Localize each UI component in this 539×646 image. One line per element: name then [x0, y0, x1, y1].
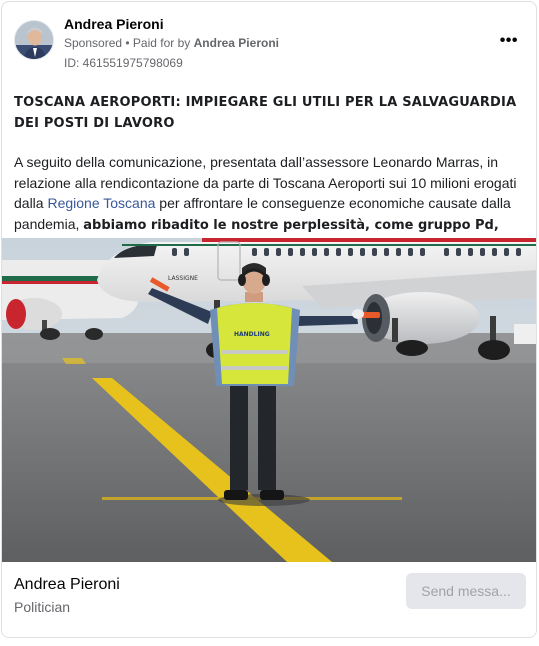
- sponsored-line: Sponsored • Paid for by Andrea Pieroni: [64, 36, 279, 50]
- avatar-photo: [15, 21, 53, 59]
- footer-page-name[interactable]: Andrea Pieroni: [14, 576, 120, 594]
- post-footer: Andrea Pieroni Politician Send messa...: [2, 562, 536, 637]
- paid-for-name: Andrea Pieroni: [193, 36, 279, 50]
- plane-lettering: LASSIGNE: [168, 275, 198, 282]
- regione-toscana-link[interactable]: Regione Toscana: [47, 195, 155, 211]
- footer-page-category: Politician: [14, 599, 71, 615]
- ad-card: Andrea Pieroni Sponsored • Paid for by A…: [1, 1, 537, 638]
- post-header: Andrea Pieroni Sponsored • Paid for by A…: [2, 2, 536, 80]
- vest-lettering: HANDLING: [234, 331, 270, 338]
- post-title: TOSCANA AEROPORTI: IMPIEGARE GLI UTILI P…: [14, 95, 517, 131]
- page-name[interactable]: Andrea Pieroni: [64, 16, 164, 32]
- airport-marshaller-image: LASSIGNE HANDLING: [2, 238, 536, 562]
- paid-for-prefix: • Paid for by: [122, 36, 194, 50]
- ad-id: ID: 461551975798069: [64, 56, 183, 70]
- more-options-icon[interactable]: •••: [500, 32, 518, 50]
- page-avatar[interactable]: [14, 20, 54, 60]
- send-message-button[interactable]: Send messa...: [406, 573, 526, 609]
- sponsored-label: Sponsored: [64, 36, 123, 50]
- post-image[interactable]: LASSIGNE HANDLING: [2, 238, 536, 562]
